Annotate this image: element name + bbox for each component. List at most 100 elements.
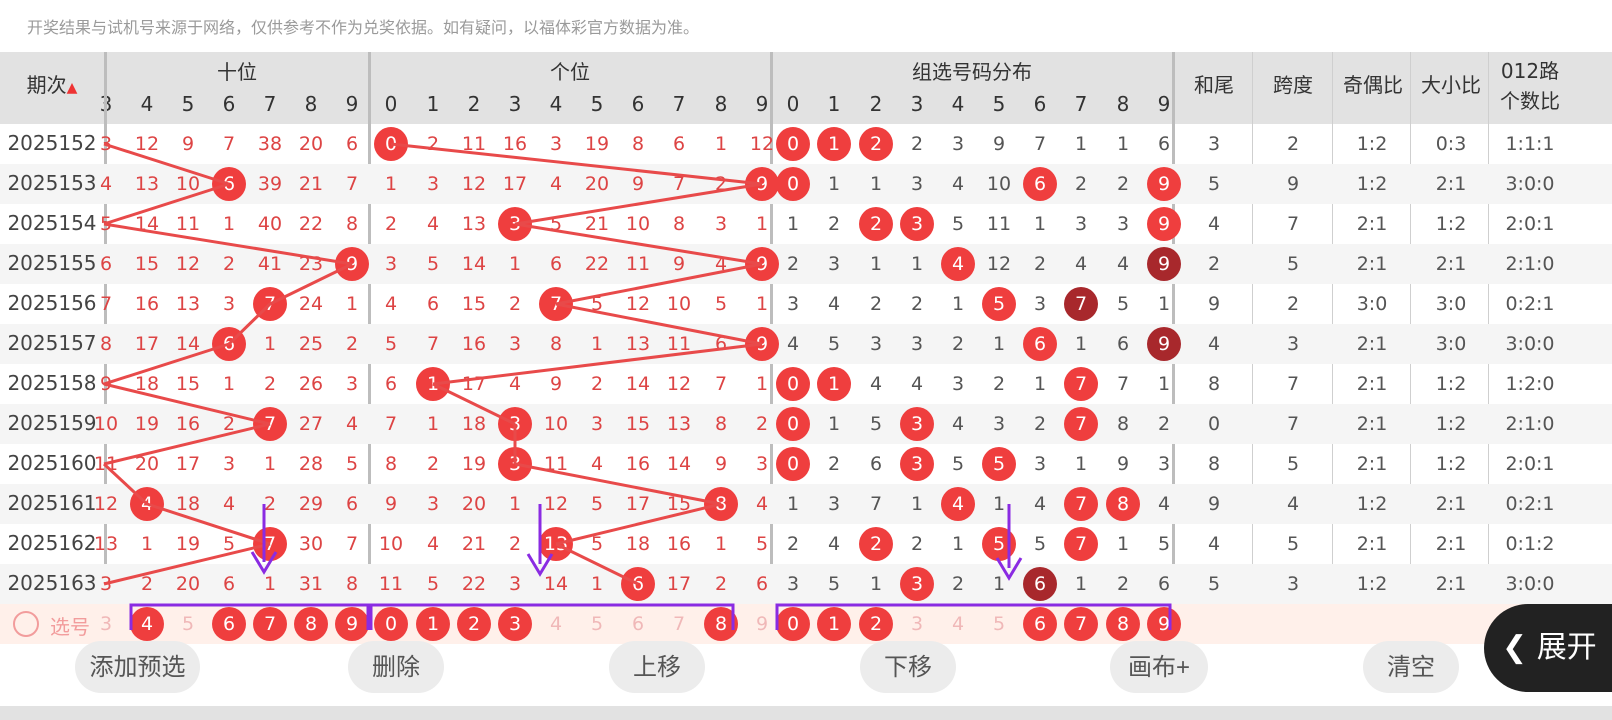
select-units-2[interactable]: 2 xyxy=(457,607,491,641)
clear-button[interactable]: 清空 xyxy=(1363,641,1459,693)
canvas-plus-button[interactable]: 画布+ xyxy=(1110,641,1208,693)
tens-miss: 16 xyxy=(134,293,160,315)
select-combo-1[interactable]: 1 xyxy=(817,607,851,641)
tens-col-9: 9 xyxy=(345,92,359,116)
select-combo-3[interactable]: 3 xyxy=(902,609,932,639)
combo-miss: 5 xyxy=(951,213,965,235)
units-miss: 10 xyxy=(625,213,651,235)
units-miss: 22 xyxy=(461,573,487,595)
select-units-8[interactable]: 8 xyxy=(704,607,738,641)
tens-miss: 38 xyxy=(257,133,283,155)
select-units-6[interactable]: 6 xyxy=(623,609,653,639)
combo-miss: 1 xyxy=(1157,373,1171,395)
select-units-4[interactable]: 4 xyxy=(541,609,571,639)
tens-miss: 5 xyxy=(345,453,359,475)
combo-miss: 2 xyxy=(1033,253,1047,275)
tens-miss: 41 xyxy=(257,253,283,275)
select-tens-3[interactable]: 3 xyxy=(91,609,121,639)
units-miss: 1 xyxy=(714,533,728,555)
select-tens-8[interactable]: 8 xyxy=(294,607,328,641)
tens-miss: 14 xyxy=(134,213,160,235)
tens-ball: 6 xyxy=(212,327,246,361)
table-row: 2025154 5 14 11 1 40 22 8 2 4 13 3 5 21 10 8 3 1 1 2 2 3 5 11 1 3… xyxy=(0,204,1612,244)
units-miss: 12 xyxy=(666,373,692,395)
add-preselect-button[interactable]: 添加预选 xyxy=(75,641,200,693)
units-col-5: 5 xyxy=(590,92,604,116)
period-number: 2025158 xyxy=(7,371,97,395)
sum-tail-value: 8 xyxy=(1207,373,1221,395)
sort-up-down-icon[interactable]: ▲ xyxy=(67,80,78,96)
units-miss: 7 xyxy=(714,373,728,395)
sum-tail-value: 3 xyxy=(1207,133,1221,155)
tens-miss: 11 xyxy=(175,213,201,235)
select-units-0[interactable]: 0 xyxy=(374,607,408,641)
ratio-012-value: 0:1:2 xyxy=(1505,533,1555,555)
move-up-button[interactable]: 上移 xyxy=(609,641,705,693)
ratio-012-value: 2:0:1 xyxy=(1505,453,1555,475)
tens-miss: 9 xyxy=(99,373,113,395)
select-combo-7[interactable]: 7 xyxy=(1064,607,1098,641)
group-title-units: 个位 xyxy=(550,60,590,84)
combo-col-4: 4 xyxy=(951,92,965,116)
select-units-3[interactable]: 3 xyxy=(498,607,532,641)
header-big-small: 大小比 xyxy=(1421,73,1481,97)
combo-miss: 2 xyxy=(910,293,924,315)
units-miss: 1 xyxy=(384,173,398,195)
select-units-9[interactable]: 9 xyxy=(747,609,777,639)
select-combo-9[interactable]: 9 xyxy=(1147,607,1181,641)
combo-miss: 5 xyxy=(1157,533,1171,555)
units-col-4: 4 xyxy=(549,92,563,116)
tens-miss: 2 xyxy=(263,493,277,515)
period-header[interactable]: 期次▲ xyxy=(0,70,104,103)
tens-miss: 25 xyxy=(298,333,324,355)
select-tens-9[interactable]: 9 xyxy=(335,607,369,641)
units-miss: 4 xyxy=(714,253,728,275)
combo-miss: 9 xyxy=(1116,453,1130,475)
combo-miss: 4 xyxy=(1033,493,1047,515)
move-down-button[interactable]: 下移 xyxy=(860,641,956,693)
select-combo-2[interactable]: 2 xyxy=(859,607,893,641)
units-miss: 4 xyxy=(426,213,440,235)
units-miss: 3 xyxy=(384,253,398,275)
select-combo-5[interactable]: 5 xyxy=(984,609,1014,639)
next-section-header-edge xyxy=(0,706,1612,720)
expand-button[interactable]: ❮ 展开 xyxy=(1484,604,1612,692)
select-tens-4[interactable]: 4 xyxy=(130,607,164,641)
combo-miss: 9 xyxy=(992,133,1006,155)
select-tens-5[interactable]: 5 xyxy=(173,609,203,639)
delete-button[interactable]: 删除 xyxy=(348,641,444,693)
combo-ball: 7 xyxy=(1064,527,1098,561)
units-col-8: 8 xyxy=(714,92,728,116)
combo-ball: 8 xyxy=(1106,487,1140,521)
combo-miss: 3 xyxy=(910,333,924,355)
select-units-1[interactable]: 1 xyxy=(416,607,450,641)
combo-miss: 1 xyxy=(1074,573,1088,595)
period-number: 2025159 xyxy=(7,411,97,435)
select-combo-6[interactable]: 6 xyxy=(1023,607,1057,641)
select-units-5[interactable]: 5 xyxy=(582,609,612,639)
span-value: 7 xyxy=(1286,213,1300,235)
units-miss: 9 xyxy=(549,373,563,395)
units-miss: 21 xyxy=(584,213,610,235)
tens-miss: 7 xyxy=(222,133,236,155)
select-tens-7[interactable]: 7 xyxy=(253,607,287,641)
units-miss: 14 xyxy=(543,573,569,595)
table-row: 2025156 7 16 13 3 7 24 1 4 6 15 2 7 5 12 10 5 1 3 4 2 2 1 5 3 7 5 1… xyxy=(0,284,1612,324)
select-combo-8[interactable]: 8 xyxy=(1106,607,1140,641)
select-combo-0[interactable]: 0 xyxy=(776,607,810,641)
select-tens-6[interactable]: 6 xyxy=(212,607,246,641)
tens-miss: 8 xyxy=(99,333,113,355)
tens-miss: 6 xyxy=(222,573,236,595)
select-radio[interactable] xyxy=(13,611,39,637)
big-small-value: 2:1 xyxy=(1435,573,1467,595)
tens-miss: 5 xyxy=(99,213,113,235)
select-units-7[interactable]: 7 xyxy=(664,609,694,639)
chevron-left-icon: ❮ xyxy=(1502,630,1528,665)
combo-miss: 3 xyxy=(1074,213,1088,235)
combo-miss: 1 xyxy=(910,253,924,275)
big-small-value: 3:0 xyxy=(1435,333,1467,355)
units-miss: 17 xyxy=(502,173,528,195)
select-combo-4[interactable]: 4 xyxy=(943,609,973,639)
units-miss: 18 xyxy=(461,413,487,435)
combo-ball: 3 xyxy=(900,407,934,441)
